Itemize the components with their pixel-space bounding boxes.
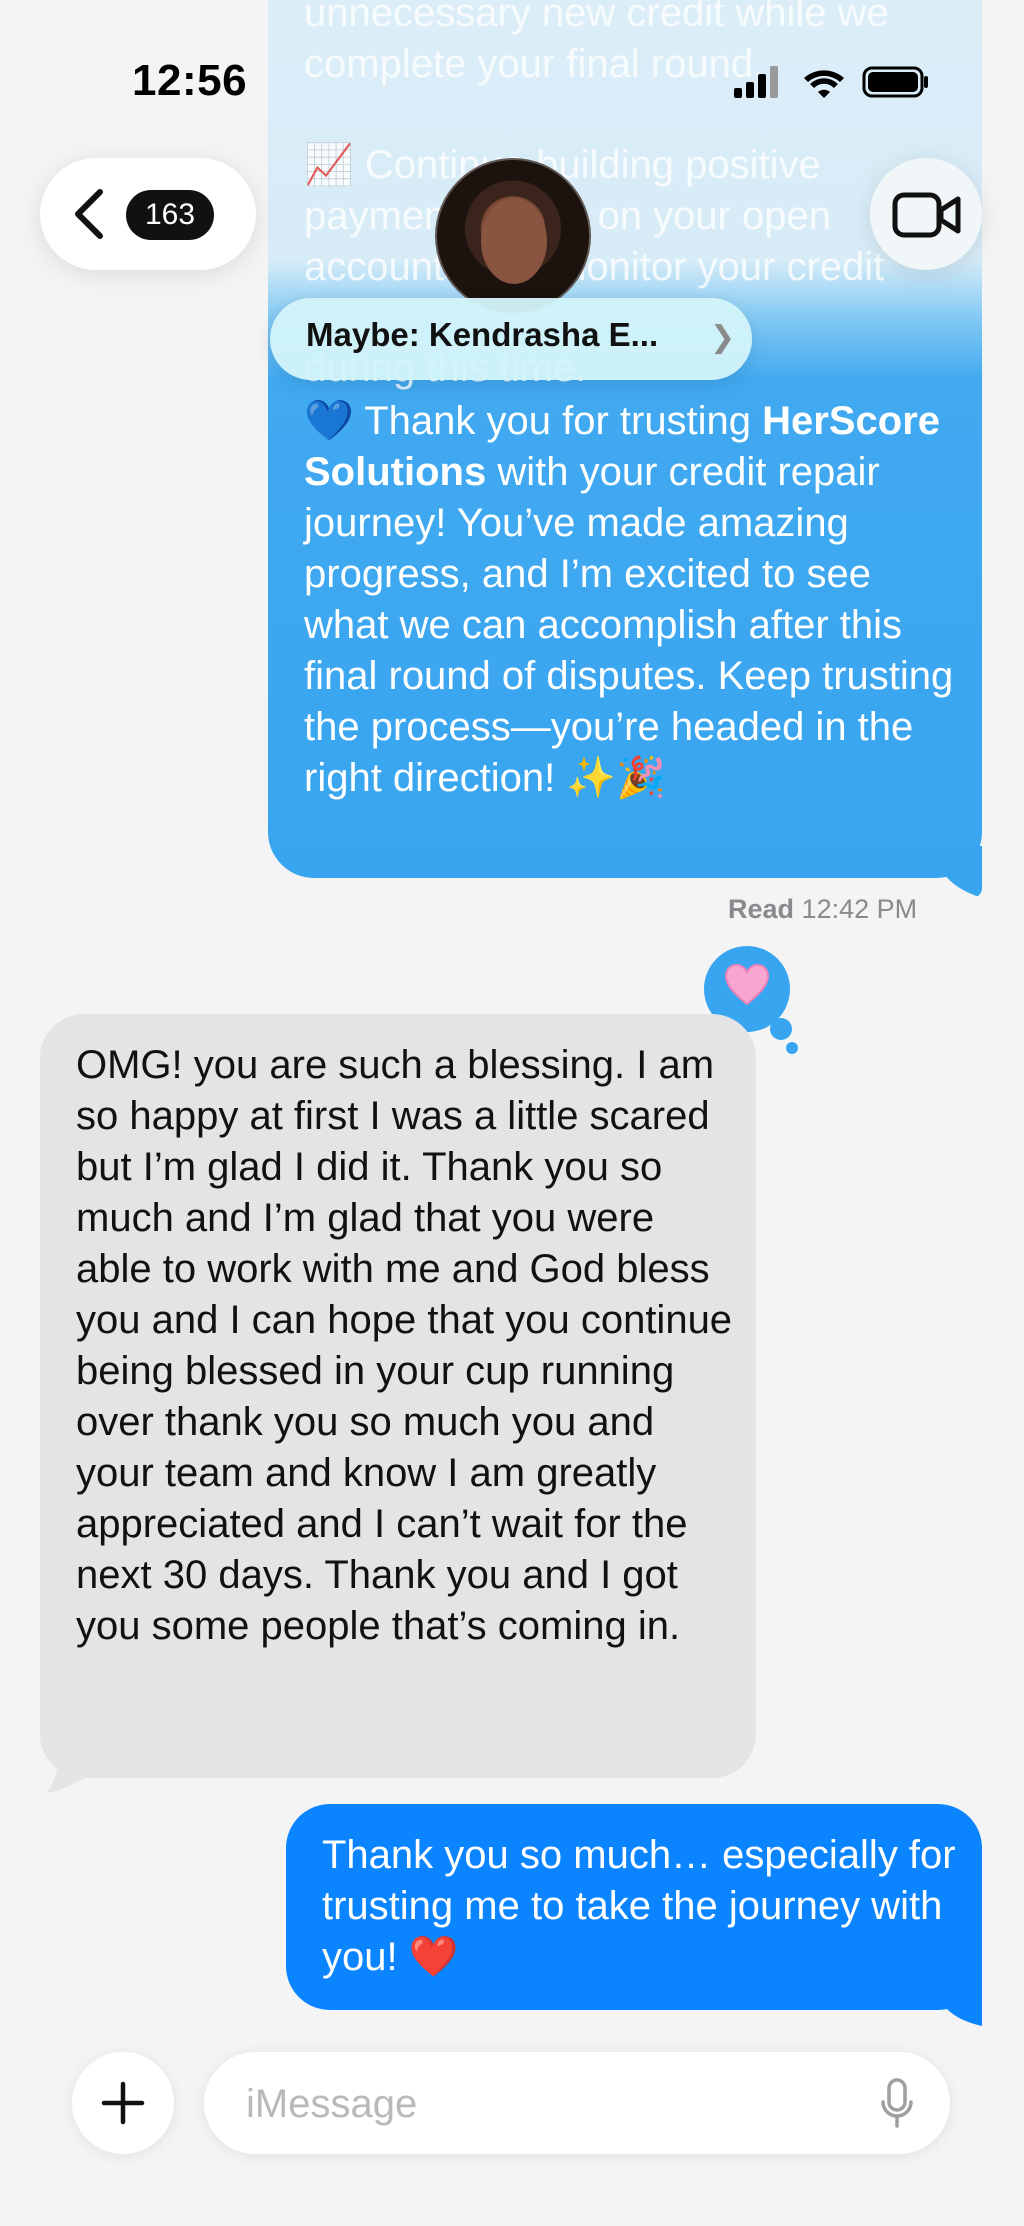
pink-heart-icon (724, 963, 770, 1006)
cellular-signal-icon (734, 66, 778, 98)
faded-line-2: 📈 Continue building positive payment his… (304, 143, 885, 289)
contact-avatar[interactable] (435, 158, 591, 314)
battery-icon (862, 66, 928, 98)
message-text-outgoing-top: 💙 Thank you for trusting HerScore Soluti… (304, 396, 954, 804)
contact-name: Maybe: Kendrasha E... (306, 316, 659, 353)
wifi-icon (804, 70, 844, 98)
read-time: 12:42 PM (801, 894, 918, 924)
status-icons (734, 66, 928, 98)
avatar-face (481, 198, 547, 284)
message-text-incoming: OMG! you are such a blessing. I am so ha… (76, 1043, 733, 1648)
tapback-bubble-dot (786, 1042, 798, 1054)
read-label: Read (728, 894, 795, 924)
message-suffix: with your credit repair journey! You’ve … (304, 450, 954, 800)
unread-count-badge: 163 (126, 190, 214, 240)
message-text-outgoing: Thank you so much… especially for trusti… (322, 1833, 956, 1979)
microphone-icon[interactable] (880, 2078, 914, 2130)
plus-icon (101, 2081, 145, 2125)
tapback-bubble-dot (770, 1018, 792, 1040)
message-input-placeholder: iMessage (246, 2082, 418, 2126)
message-prefix: 💙 Thank you for trusting (304, 399, 763, 443)
status-time: 12:56 (132, 56, 248, 105)
video-camera-icon (892, 192, 961, 238)
chevron-right-icon: ❯ (710, 321, 736, 354)
read-receipt: Read 12:42 PM (728, 894, 917, 925)
chevron-left-icon (75, 189, 103, 239)
